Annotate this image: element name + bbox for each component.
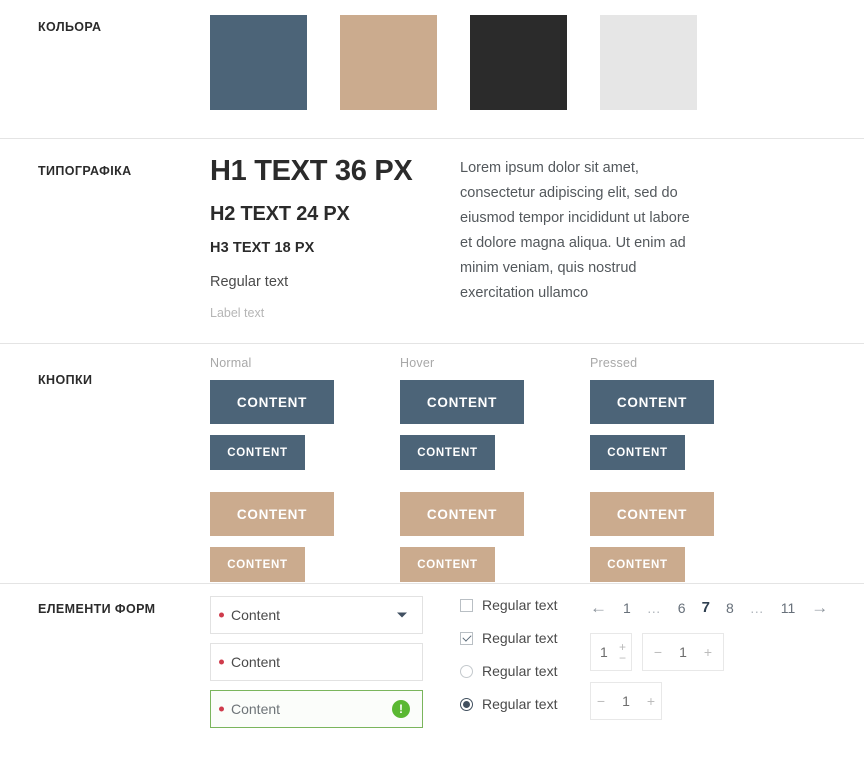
- text-input-value: Content: [231, 701, 281, 717]
- required-dot-icon: [219, 706, 224, 712]
- secondary-button-small-hover[interactable]: CONTENT: [400, 547, 495, 582]
- color-swatch-tan: [340, 15, 437, 110]
- stepper-buttons: + −: [619, 641, 626, 664]
- color-swatch-charcoal: [470, 15, 567, 110]
- pagination: ← 1 … 6 7 8 … 11 →: [590, 599, 864, 616]
- number-stepper-vertical[interactable]: 1 + −: [590, 633, 632, 671]
- checkbox-row-unchecked[interactable]: Regular text: [460, 597, 590, 613]
- section-title-form-elements: ЕЛЕМЕНТИ ФОРМ: [38, 602, 156, 616]
- primary-button-large-normal[interactable]: CONTENT: [210, 380, 334, 424]
- pagination-ellipsis-left: …: [646, 599, 662, 616]
- section-buttons: КНОПКИ Normal CONTENT CONTENT CONTENT CO…: [0, 344, 864, 584]
- text-input-valid[interactable]: Content !: [210, 690, 423, 728]
- button-state-label-normal: Normal: [210, 356, 252, 370]
- stepper-value: 1: [600, 644, 608, 660]
- button-state-label-pressed: Pressed: [590, 356, 638, 370]
- radio-selected-icon[interactable]: [460, 697, 473, 711]
- stepper-increment-icon[interactable]: +: [647, 694, 655, 708]
- required-dot-icon: [219, 612, 224, 618]
- form-pagination-column: ← 1 … 6 7 8 … 11 → 1 + − − 1 + − 1 +: [590, 596, 864, 737]
- select-content-default[interactable]: Content: [210, 596, 423, 634]
- secondary-button-small-pressed[interactable]: CONTENT: [590, 547, 685, 582]
- form-elements-body: Content Content Content ! Regular text R…: [210, 584, 864, 775]
- button-column-normal: Normal CONTENT CONTENT CONTENT CONTENT: [210, 356, 334, 582]
- radio-label: Regular text: [482, 663, 558, 679]
- button-column-hover: Hover CONTENT CONTENT CONTENT CONTENT: [400, 356, 524, 582]
- style-guide-page: КОЛЬОРА ТИПОГРАФІКА H1 TEXT 36 PX H2 TEX…: [0, 0, 864, 775]
- number-stepper-horizontal-wide[interactable]: − 1 +: [642, 633, 724, 671]
- radio-icon[interactable]: [460, 664, 473, 678]
- button-state-label-hover: Hover: [400, 356, 435, 370]
- typography-paragraph-column: Lorem ipsum dolor sit amet, consectetur …: [460, 156, 690, 320]
- form-inputs-column: Content Content Content !: [210, 596, 460, 737]
- buttons-body: Normal CONTENT CONTENT CONTENT CONTENT H…: [210, 344, 864, 583]
- radio-row-selected[interactable]: Regular text: [460, 696, 590, 712]
- checkbox-label: Regular text: [482, 597, 558, 613]
- checkbox-label: Regular text: [482, 630, 558, 646]
- primary-button-large-pressed[interactable]: CONTENT: [590, 380, 714, 424]
- stepper-increment-icon[interactable]: +: [704, 645, 712, 659]
- text-input-value: Content: [231, 654, 281, 670]
- primary-button-small-normal[interactable]: CONTENT: [210, 435, 305, 470]
- stepper-decrement-icon[interactable]: −: [619, 652, 626, 664]
- checkbox-row-checked[interactable]: Regular text: [460, 630, 590, 646]
- secondary-button-small-normal[interactable]: CONTENT: [210, 547, 305, 582]
- type-sample-regular: Regular text: [210, 273, 289, 290]
- select-value: Content: [231, 607, 281, 623]
- checkbox-checked-icon[interactable]: [460, 631, 473, 645]
- section-title-colors: КОЛЬОРА: [38, 20, 102, 34]
- button-column-pressed: Pressed CONTENT CONTENT CONTENT CONTENT: [590, 356, 714, 582]
- primary-button-small-hover[interactable]: CONTENT: [400, 435, 495, 470]
- type-sample-h2: H2 TEXT 24 PX: [210, 202, 350, 225]
- section-typography: ТИПОГРАФІКА H1 TEXT 36 PX H2 TEXT 24 PX …: [0, 139, 864, 344]
- section-title-typography: ТИПОГРАФІКА: [38, 164, 132, 178]
- type-sample-label: Label text: [210, 305, 265, 320]
- primary-button-small-pressed[interactable]: CONTENT: [590, 435, 685, 470]
- stepper-value: 1: [679, 644, 687, 660]
- required-dot-icon: [219, 659, 224, 665]
- typography-body: H1 TEXT 36 PX H2 TEXT 24 PX H3 TEXT 18 P…: [210, 139, 864, 343]
- validation-exclamation-icon: !: [392, 700, 410, 718]
- form-choices-column: Regular text Regular text Regular text R…: [460, 596, 590, 737]
- pagination-page-11[interactable]: 11: [781, 600, 796, 616]
- secondary-button-large-hover[interactable]: CONTENT: [400, 492, 524, 536]
- secondary-button-large-pressed[interactable]: CONTENT: [590, 492, 714, 536]
- chevron-down-icon[interactable]: [397, 612, 407, 618]
- stepper-row-top: 1 + − − 1 +: [590, 633, 864, 671]
- typography-scale: H1 TEXT 36 PX H2 TEXT 24 PX H3 TEXT 18 P…: [210, 155, 460, 320]
- secondary-button-large-normal[interactable]: CONTENT: [210, 492, 334, 536]
- radio-label: Regular text: [482, 696, 558, 712]
- colors-body: [210, 0, 864, 138]
- section-title-buttons: КНОПКИ: [38, 373, 93, 387]
- pagination-page-6[interactable]: 6: [678, 600, 686, 616]
- pagination-prev-arrow-icon[interactable]: ←: [590, 599, 607, 616]
- pagination-page-current[interactable]: 7: [702, 599, 710, 616]
- primary-button-large-hover[interactable]: CONTENT: [400, 380, 524, 424]
- type-sample-h3: H3 TEXT 18 PX: [210, 239, 315, 256]
- type-sample-h1: H1 TEXT 36 PX: [210, 155, 413, 187]
- color-swatch-row: [210, 0, 864, 110]
- section-colors: КОЛЬОРА: [0, 0, 864, 139]
- color-swatch-slate-blue: [210, 15, 307, 110]
- stepper-value: 1: [622, 693, 630, 709]
- radio-row-unselected[interactable]: Regular text: [460, 663, 590, 679]
- stepper-row-bottom: − 1 +: [590, 682, 864, 720]
- checkbox-icon[interactable]: [460, 598, 473, 612]
- pagination-page-1[interactable]: 1: [623, 600, 631, 616]
- pagination-ellipsis-right: …: [749, 599, 765, 616]
- text-input-default[interactable]: Content: [210, 643, 423, 681]
- pagination-next-arrow-icon[interactable]: →: [811, 599, 828, 616]
- pagination-page-8[interactable]: 8: [726, 600, 734, 616]
- stepper-decrement-icon[interactable]: −: [654, 645, 662, 659]
- stepper-decrement-icon[interactable]: −: [597, 694, 605, 708]
- color-swatch-light-gray: [600, 15, 697, 110]
- section-form-elements: ЕЛЕМЕНТИ ФОРМ Content Content Content ! …: [0, 584, 864, 775]
- number-stepper-horizontal-narrow[interactable]: − 1 +: [590, 682, 662, 720]
- type-sample-paragraph: Lorem ipsum dolor sit amet, consectetur …: [460, 160, 690, 301]
